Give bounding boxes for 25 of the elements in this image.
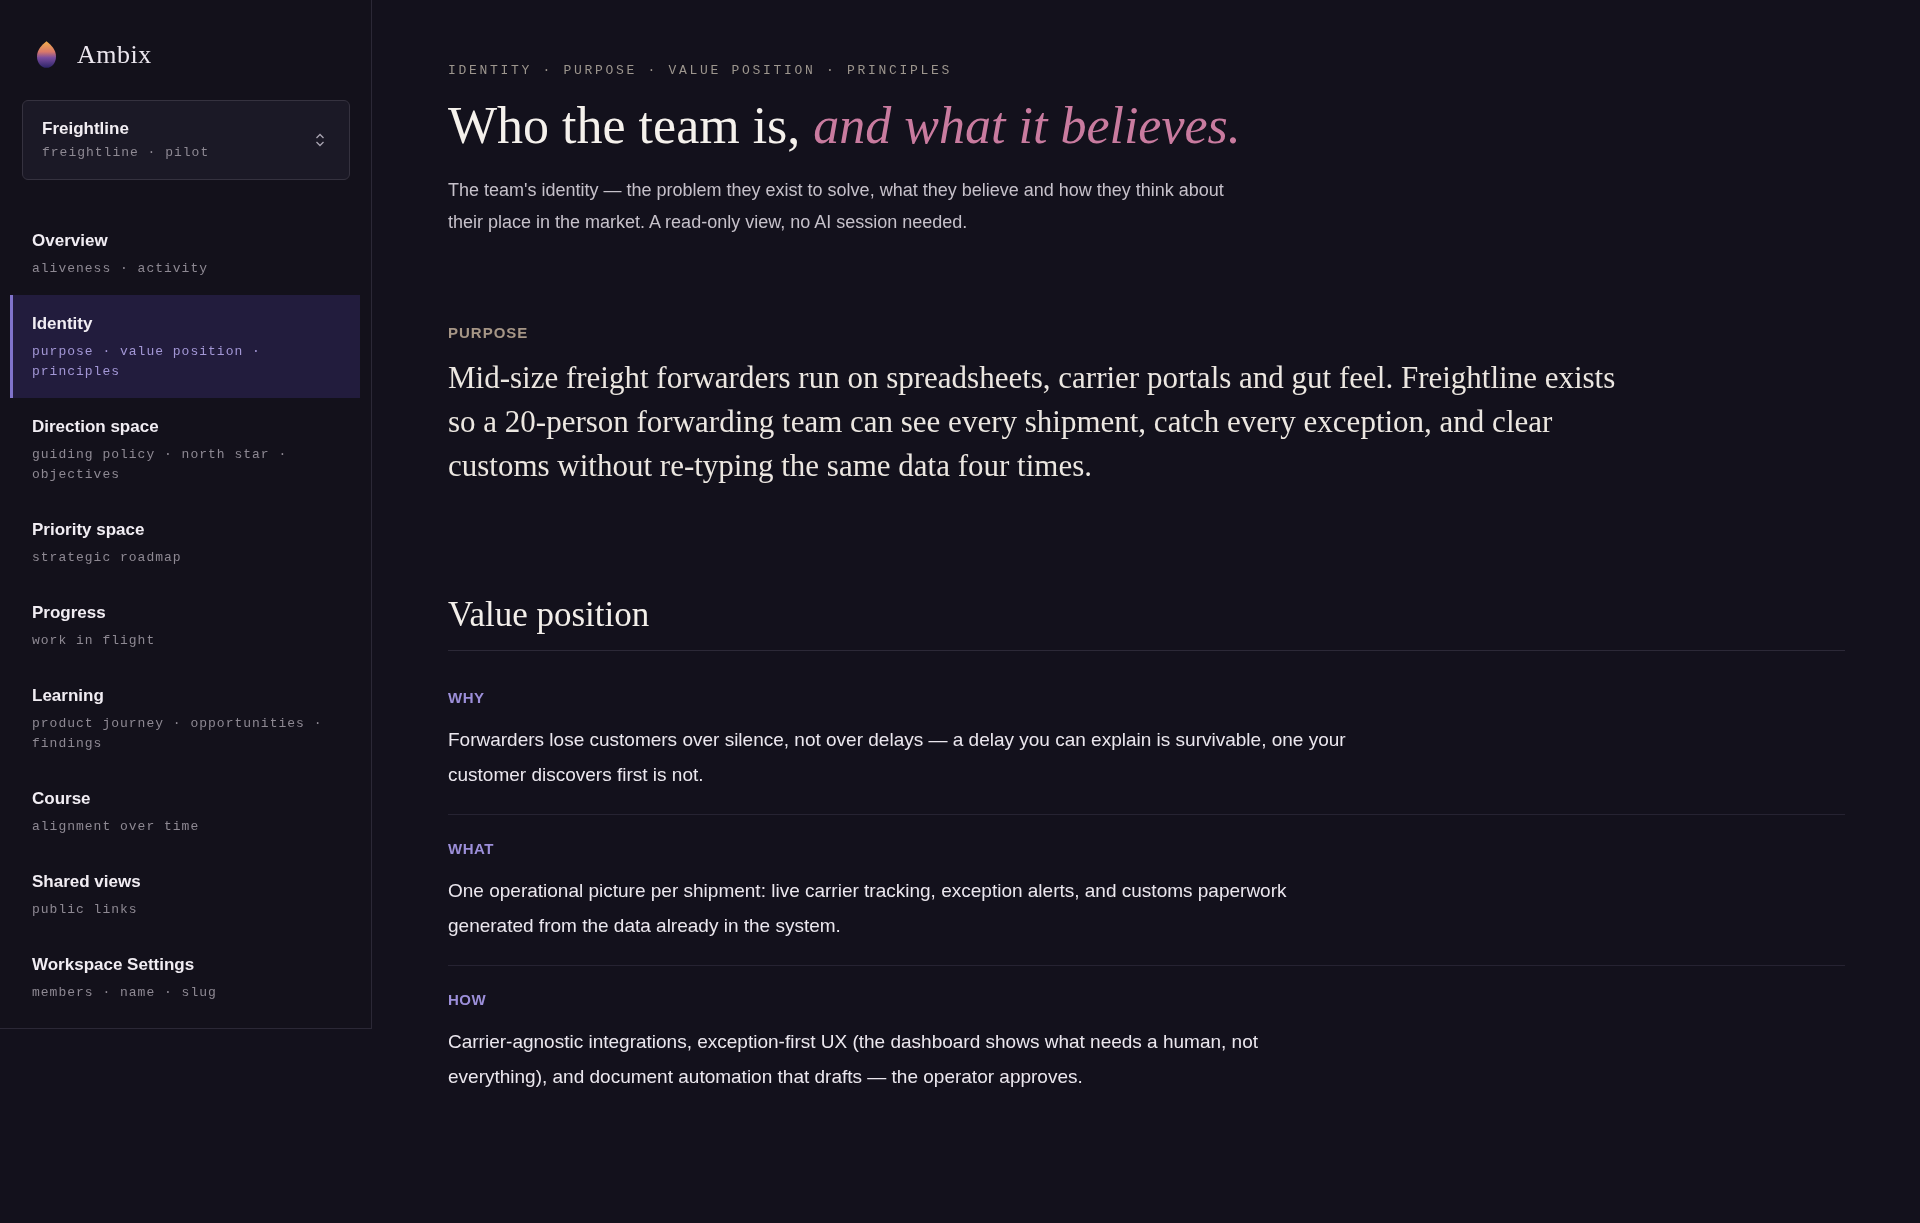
nav-item[interactable]: Progress work in flight [10,584,360,667]
value-text: One operational picture per shipment: live carrier tracking, exception alerts, and customs paperwork generated from the data already in the system. [448,879,1288,938]
nav-item[interactable]: Workspace Settings members · name · slug [10,936,360,1019]
purpose-statement: Mid-size freight forwarders run on spreadsheets, carrier portals and gut feel. Freightline exists so a 20-person forwarding team can see every shipment, catch every exception, and clear customs without re-typing the same data four times. [448,359,1617,485]
value-label: WHY [448,688,486,708]
value-label: WHAT [448,839,495,859]
nav-item[interactable]: Priority space strategic roadmap [10,501,360,584]
value-text: Carrier-agnostic integrations, exception-first UX (the dashboard shows what needs a human, not everything), and document automation that drafts — the operator approves. [448,1030,1260,1089]
nav-item[interactable]: Identity purpose · value position · principles [10,295,360,398]
page-title: Who the team is, and what it believes. [448,96,1242,156]
chevron-up-down-icon [315,132,325,148]
value-label: HOW [448,990,488,1010]
workspace-switcher[interactable]: Freightline freightline · pilot [22,100,350,180]
nav-item[interactable]: Course alignment over time [10,770,360,853]
logo-icon [37,41,56,68]
nav-item[interactable]: Direction space guiding policy · north star · objectives [10,398,360,501]
page-description: The team's identity — the problem they exist to solve, what they believe and how they think about their place in the market. A read-only view, no AI session needed. [448,179,1225,234]
section-heading: Value position [448,593,1845,651]
section-label: PURPOSE [448,323,530,343]
brand-name: Ambix [77,39,152,70]
nav-item[interactable]: Overview aliveness · activity [10,212,360,295]
nav-item[interactable]: Learning product journey · opportunities · findings [10,667,360,770]
value-text: Forwarders lose customers over silence, not over delays — a delay you can explain is survivable, one your customer discovers first is not. [448,728,1347,787]
nav-item[interactable]: Shared views public links [10,853,360,936]
breadcrumb: IDENTITY · PURPOSE · VALUE POSITION · PRINCIPLES [448,62,954,80]
